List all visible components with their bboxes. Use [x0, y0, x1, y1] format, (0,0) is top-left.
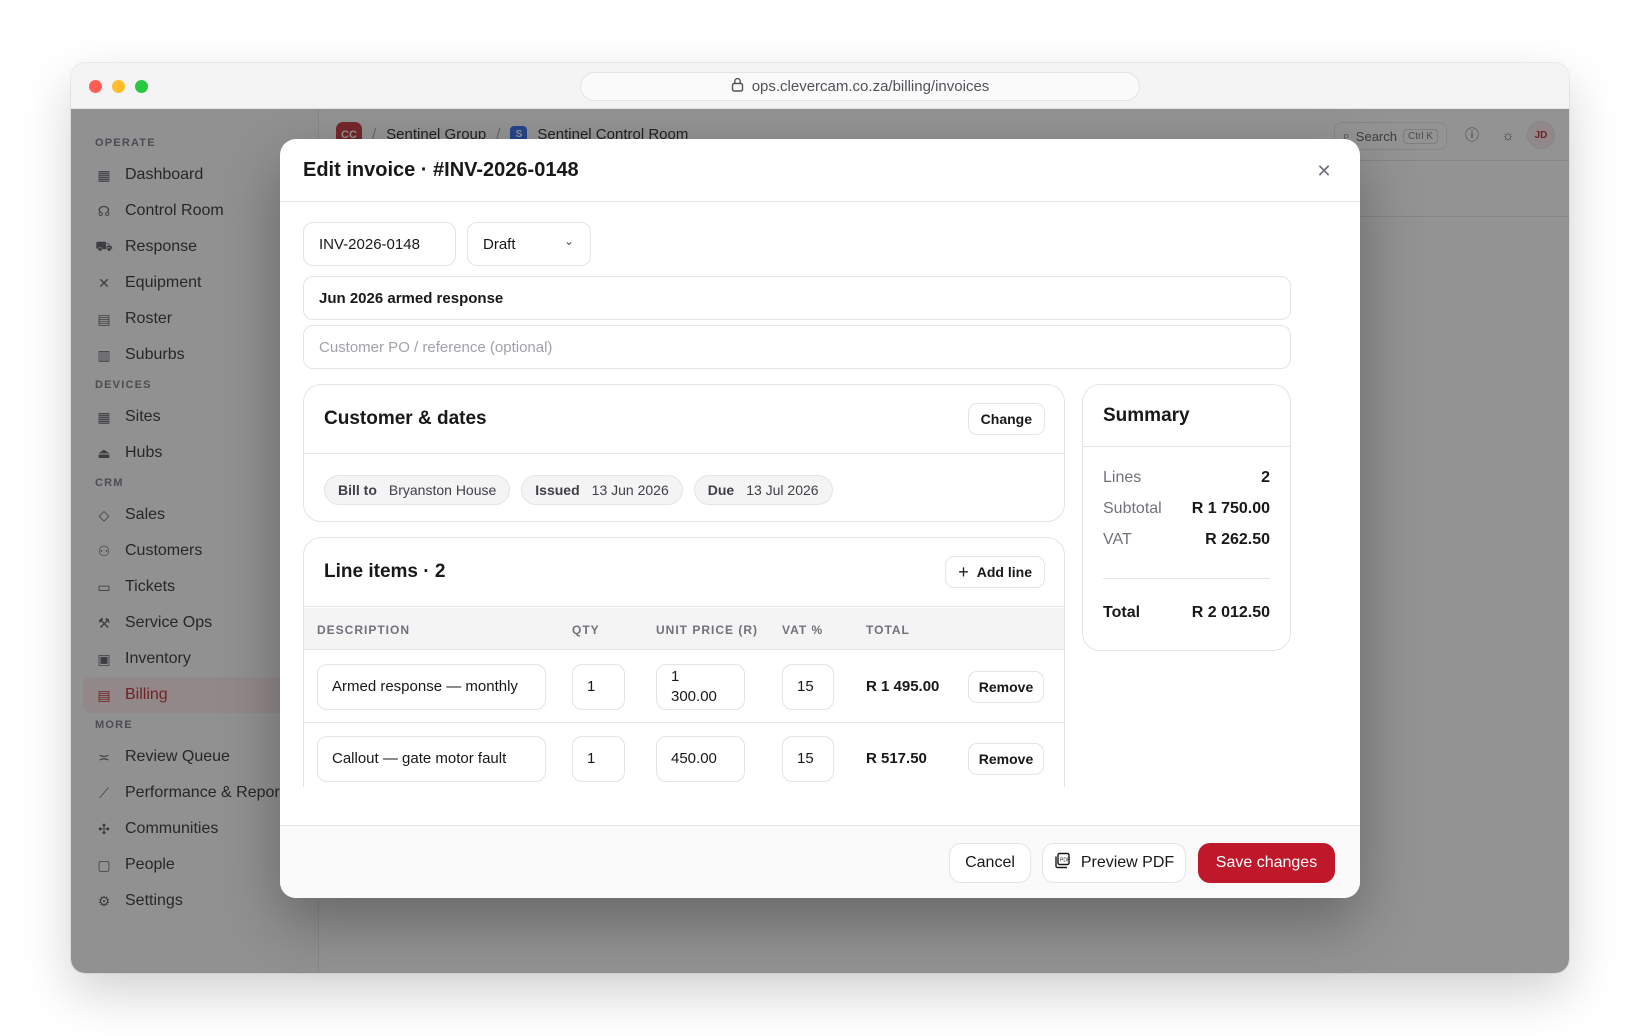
summary-value: R 2 012.50: [1191, 604, 1270, 621]
url-text: ops.clevercam.co.za/billing/invoices: [751, 78, 990, 95]
card-title: Customer & dates: [324, 408, 487, 429]
summary-total-row: Total R 2 012.50: [1103, 604, 1270, 622]
line-description-input[interactable]: Callout — gate motor fault: [317, 736, 546, 782]
chip-value: Bryanston House: [388, 482, 497, 498]
remove-line-button[interactable]: Remove: [968, 743, 1044, 775]
summary-lines-row: Lines 2: [1103, 469, 1270, 487]
address-bar[interactable]: ops.clevercam.co.za/billing/invoices: [580, 72, 1140, 101]
unit-price-text: 1: [671, 668, 680, 685]
edit-invoice-dialog: Edit invoice · #INV-2026-0148 ✕ INV-2026…: [280, 139, 1360, 898]
remove-line-button[interactable]: Remove: [968, 671, 1044, 703]
close-icon[interactable]: ✕: [1312, 159, 1336, 183]
bill-to-chip: Bill to Bryanston House: [324, 475, 511, 505]
browser-titlebar: ops.clevercam.co.za/billing/invoices: [71, 63, 1569, 109]
line-vat-input[interactable]: 15: [782, 736, 834, 782]
line-total: R 1 495.00: [866, 678, 940, 695]
summary-label: VAT: [1103, 531, 1132, 548]
summary-vat-row: VAT R 262.50: [1103, 531, 1270, 549]
customer-dates-header: Customer & dates Change: [304, 385, 1064, 454]
table-row: Armed response — monthly 1 1 300.00 15 R…: [304, 651, 1064, 723]
maximize-window-button[interactable]: [135, 80, 148, 93]
col-vat: VAT %: [782, 623, 824, 637]
add-line-label: Add line: [976, 564, 1032, 580]
reference-field[interactable]: Customer PO / reference (optional): [303, 325, 1291, 369]
plus-icon: +: [958, 561, 969, 582]
lock-icon: [731, 77, 744, 96]
summary-subtotal-row: Subtotal R 1 750.00: [1103, 500, 1270, 518]
status-value: Draft: [483, 235, 516, 253]
col-description: DESCRIPTION: [317, 623, 411, 637]
chip-label: Due: [707, 482, 735, 498]
line-unit-price-input[interactable]: 450.00: [656, 736, 745, 782]
summary-divider: [1103, 578, 1270, 579]
chip-label: Bill to: [338, 482, 377, 498]
unit-price-text: 300.00: [671, 688, 717, 705]
col-unit-price: UNIT PRICE (R): [656, 623, 758, 637]
summary-label: Total: [1103, 604, 1141, 621]
line-total: R 517.50: [866, 750, 927, 767]
col-qty: QTY: [572, 623, 600, 637]
minimize-window-button[interactable]: [112, 80, 125, 93]
cancel-button[interactable]: Cancel: [949, 843, 1031, 883]
chip-value: 13 Jun 2026: [591, 482, 669, 498]
dialog-footer: Cancel PDF Preview PDF Save changes: [280, 825, 1360, 898]
preview-pdf-label: Preview PDF: [1080, 854, 1175, 871]
line-qty-input[interactable]: 1: [572, 664, 625, 710]
summary-card: Summary Lines 2 Subtotal R 1 750.00 VAT R 2…: [1082, 384, 1291, 651]
invoice-number-field[interactable]: INV-2026-0148: [303, 222, 456, 266]
close-window-button[interactable]: [89, 80, 102, 93]
line-unit-price-input[interactable]: 1 300.00: [656, 664, 745, 710]
line-items-card: Line items · 2 + Add line DESCRIPTION QTY…: [303, 537, 1065, 787]
description-field[interactable]: Jun 2026 armed response: [303, 276, 1291, 320]
dialog-header: Edit invoice · #INV-2026-0148 ✕: [280, 139, 1360, 202]
chevron-down-icon: ⌄: [563, 234, 574, 248]
card-title: Line items · 2: [324, 561, 446, 582]
table-row: Callout — gate motor fault 1 450.00 15 R…: [304, 723, 1064, 787]
pdf-icon: PDF: [1054, 852, 1071, 874]
col-total: TOTAL: [866, 623, 910, 637]
issued-chip: Issued 13 Jun 2026: [521, 475, 683, 505]
due-chip: Due 13 Jul 2026: [693, 475, 833, 505]
customer-chips: Bill to Bryanston House Issued 13 Jun 2026…: [304, 454, 1064, 521]
svg-text:PDF: PDF: [1060, 858, 1070, 864]
customer-dates-card: Customer & dates Change Bill to Bryanston…: [303, 384, 1065, 522]
summary-value: R 262.50: [1205, 531, 1270, 548]
summary-label: Lines: [1103, 469, 1142, 486]
summary-value: 2: [1261, 469, 1270, 486]
line-description-input[interactable]: Armed response — monthly: [317, 664, 546, 710]
line-qty-input[interactable]: 1: [572, 736, 625, 782]
line-items-table-header: DESCRIPTION QTY UNIT PRICE (R) VAT % TOT…: [304, 608, 1064, 650]
summary-value: R 1 750.00: [1191, 500, 1270, 517]
line-items-header: Line items · 2 + Add line: [304, 538, 1064, 607]
summary-header: Summary: [1083, 385, 1290, 447]
line-vat-input[interactable]: 15: [782, 664, 834, 710]
save-changes-button[interactable]: Save changes: [1198, 843, 1335, 883]
add-line-button[interactable]: + Add line: [945, 556, 1045, 588]
change-customer-button[interactable]: Change: [967, 403, 1045, 435]
status-select[interactable]: Draft ⌄: [467, 222, 591, 266]
card-title: Summary: [1103, 404, 1190, 426]
dialog-title: Edit invoice · #INV-2026-0148: [303, 158, 579, 181]
chip-label: Issued: [535, 482, 580, 498]
summary-label: Subtotal: [1103, 500, 1162, 517]
chip-value: 13 Jul 2026: [746, 482, 819, 498]
preview-pdf-button[interactable]: PDF Preview PDF: [1042, 843, 1186, 883]
